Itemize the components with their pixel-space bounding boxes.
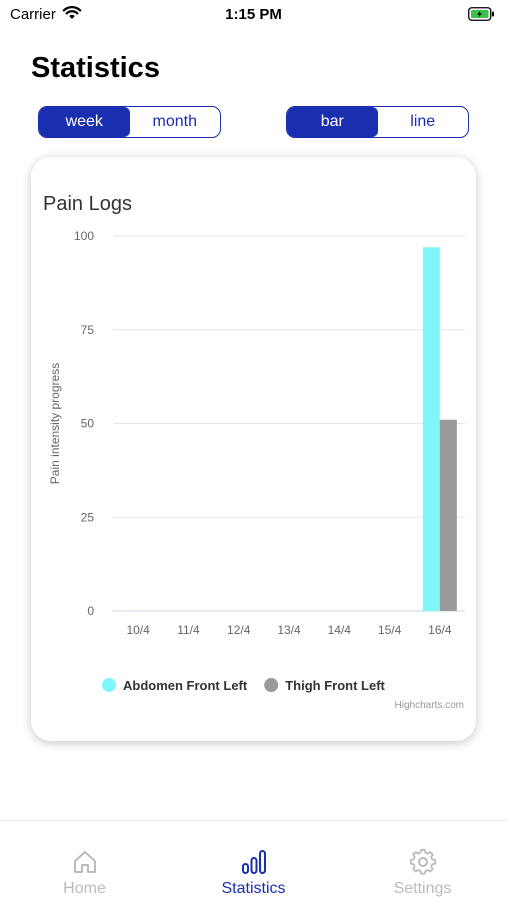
- line-option[interactable]: line: [378, 107, 469, 137]
- gear-icon: [409, 848, 436, 875]
- y-axis-title: Pain intensity progress: [48, 363, 62, 484]
- legend-item: Thigh Front Left: [285, 678, 385, 693]
- y-tick-label: 100: [74, 229, 94, 243]
- bar: [422, 247, 440, 611]
- x-tick-label: 16/4: [428, 623, 452, 637]
- x-tick-label: 15/4: [378, 623, 402, 637]
- tab-statistics-label: Statistics: [221, 880, 286, 897]
- x-tick-label: 10/4: [126, 623, 150, 637]
- tab-settings[interactable]: Settings: [338, 821, 507, 900]
- y-tick-label: 0: [87, 604, 94, 618]
- tab-settings-label: Settings: [393, 880, 452, 897]
- x-tick-label: 13/4: [277, 623, 301, 637]
- legend-item: Abdomen Front Left: [123, 678, 248, 693]
- highcharts-credit[interactable]: Highcharts.com: [395, 700, 464, 711]
- tab-home[interactable]: Home: [0, 821, 169, 900]
- y-tick-label: 75: [81, 323, 95, 337]
- x-tick-label: 14/4: [328, 623, 352, 637]
- y-tick-label: 25: [81, 510, 95, 524]
- legend-marker: [264, 678, 279, 692]
- page-title: Statistics: [31, 52, 160, 84]
- tab-statistics[interactable]: Statistics: [169, 821, 338, 900]
- home-icon: [73, 851, 96, 873]
- chart-card: 0 25 50 75 100 Pain intensity progress 10/4 11/…: [31, 157, 476, 741]
- period-toggle: week month: [38, 106, 221, 138]
- battery-icon: [468, 7, 494, 21]
- x-tick-label: 12/4: [227, 623, 251, 637]
- bar: [439, 419, 457, 611]
- tab-bar: Home Statistics Settings: [0, 820, 507, 900]
- week-option[interactable]: week: [39, 107, 130, 137]
- chart-title: Pain Logs: [43, 193, 132, 215]
- y-tick-label: 50: [81, 417, 95, 431]
- legend-marker: [102, 678, 116, 692]
- bar-chart-icon: [241, 850, 266, 874]
- status-time: 1:15 PM: [225, 6, 282, 23]
- month-option[interactable]: month: [130, 107, 221, 137]
- x-tick-label: 11/4: [177, 623, 200, 637]
- chart-type-toggle: bar line: [286, 106, 469, 138]
- tab-home-label: Home: [63, 880, 106, 897]
- pain-logs-chart: 0 25 50 75 100 Pain intensity progress 10/4 11/…: [48, 229, 465, 693]
- status-bar: Carrier 1:15 PM: [0, 0, 507, 30]
- bar-option[interactable]: bar: [287, 107, 378, 137]
